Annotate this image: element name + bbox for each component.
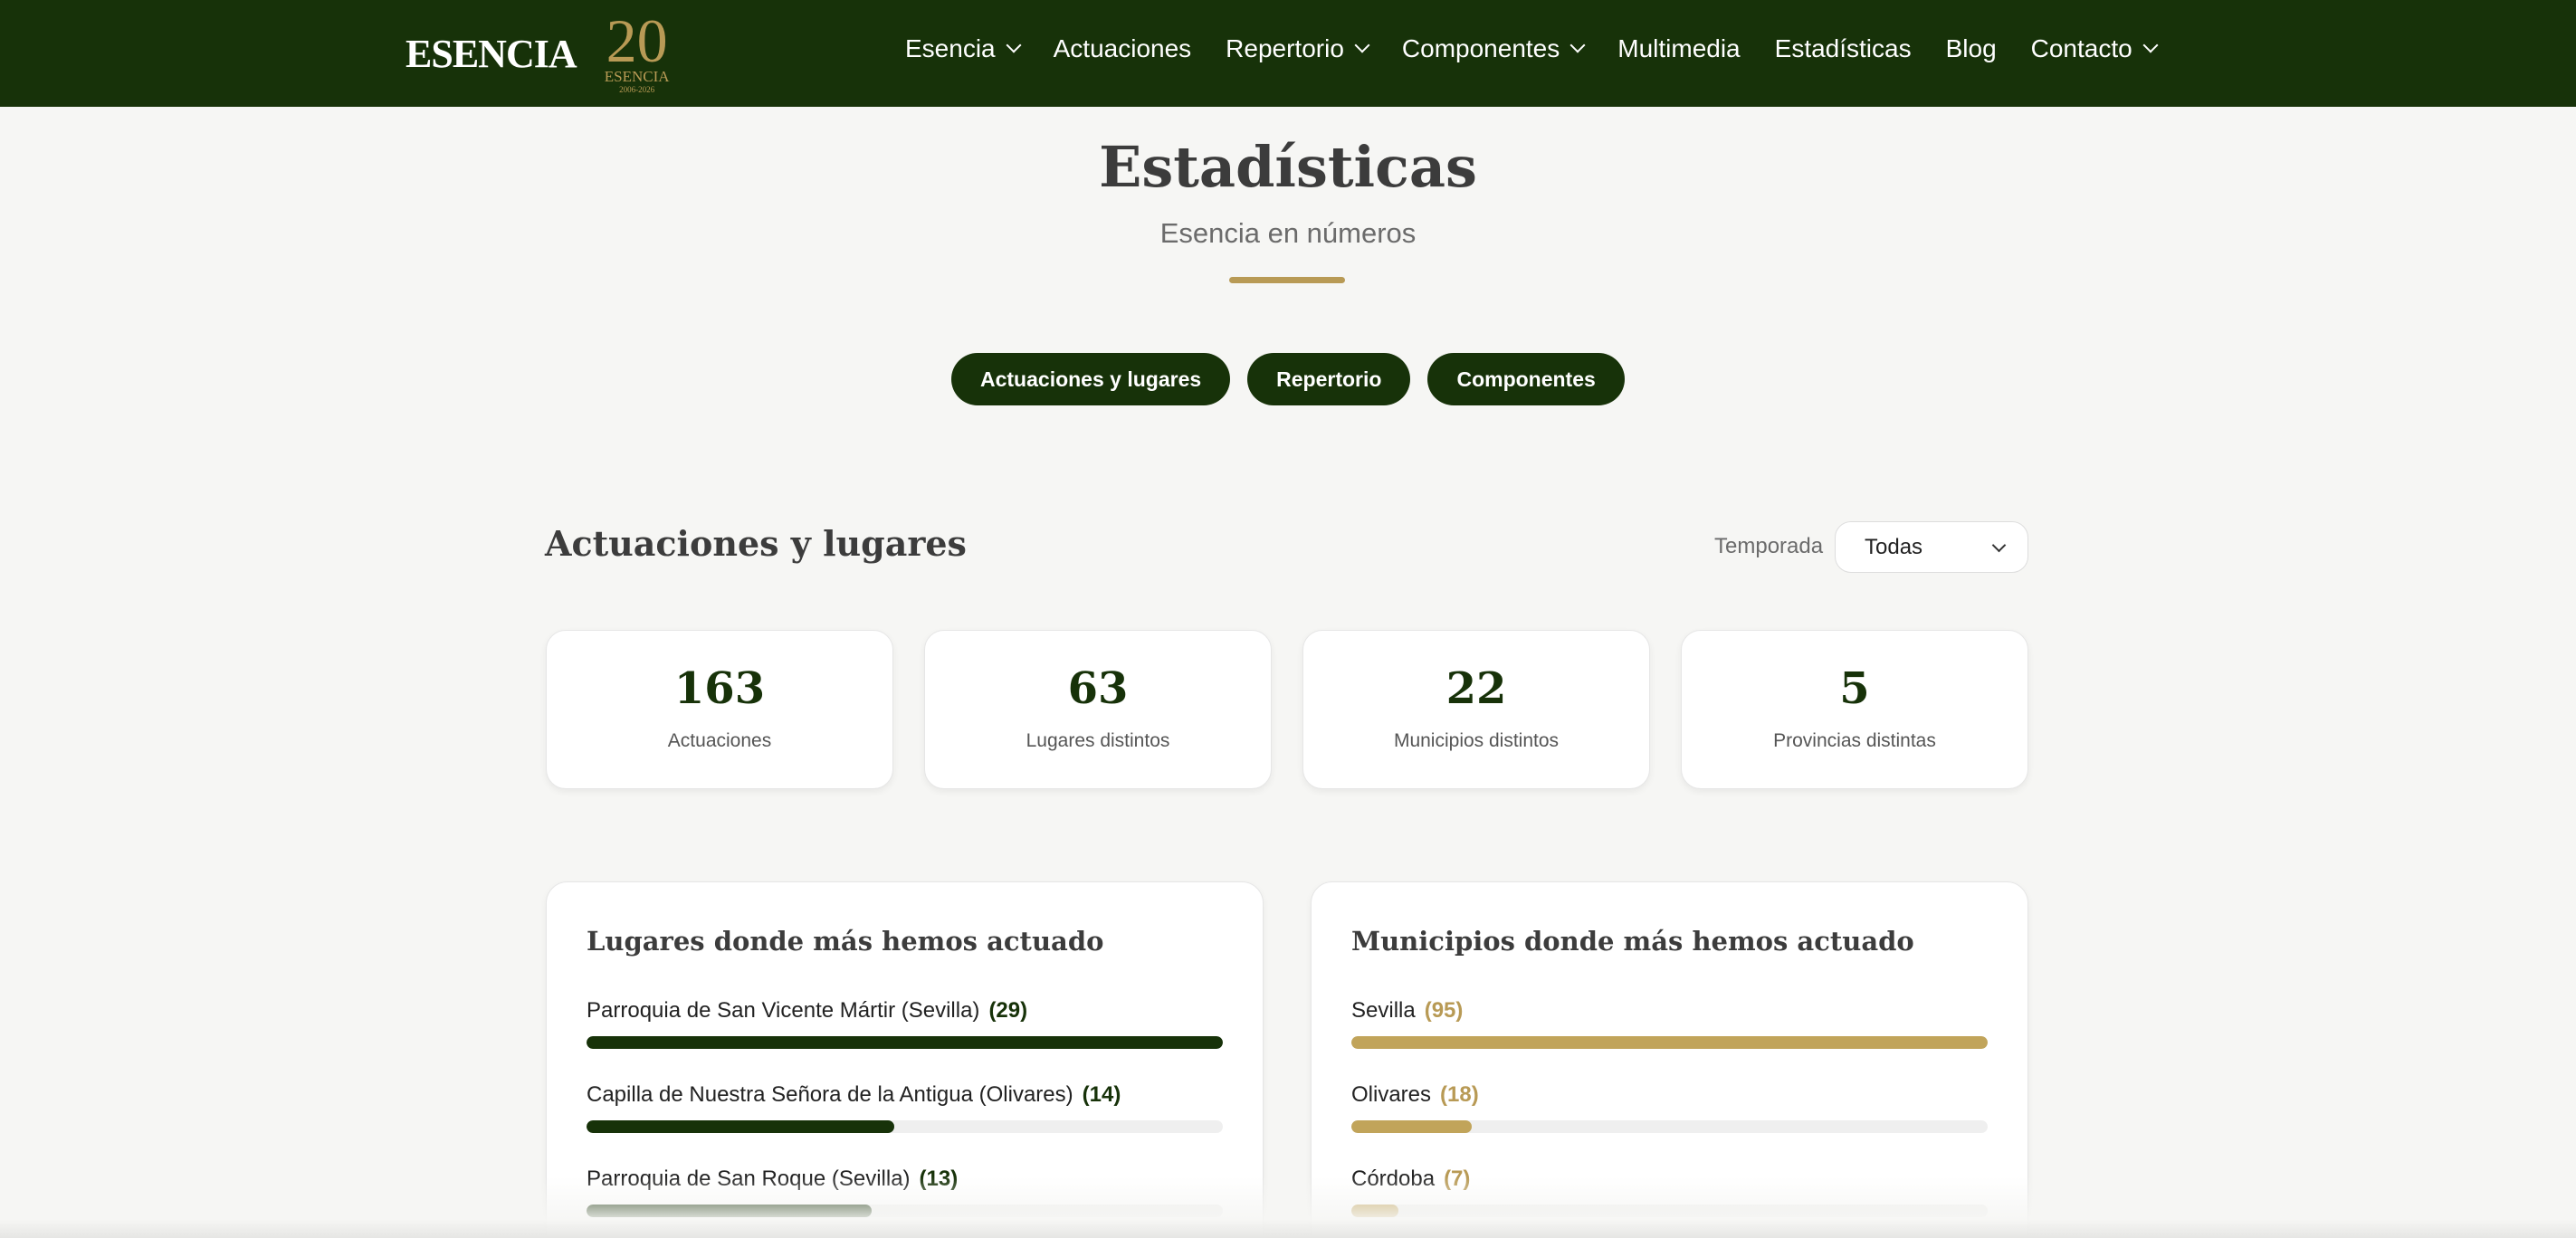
ranking-bar-track	[587, 1120, 1223, 1133]
anniversary-name: ESENCIA	[604, 68, 670, 85]
page-title: Estadísticas	[1099, 134, 1477, 200]
season-select-value: Todas	[1865, 534, 1923, 559]
ranking-bar-fill	[1351, 1120, 1472, 1133]
nav-item-actuaciones[interactable]: Actuaciones	[1054, 34, 1192, 63]
nav-item-repertorio[interactable]: Repertorio	[1226, 34, 1370, 63]
stat-value: 22	[1445, 663, 1507, 714]
ranking-name: Capilla de Nuestra Señora de la Antigua …	[587, 1082, 1073, 1107]
stat-value: 63	[1067, 663, 1129, 714]
ranking-name: Olivares	[1351, 1082, 1432, 1107]
anniversary-badge-icon: 20 ESENCIA 2006-2026	[596, 9, 678, 98]
main-nav: Esencia Actuaciones Repertorio Component…	[905, 0, 2159, 98]
ranking-count: (14)	[1082, 1082, 1121, 1107]
nav-item-estadisticas[interactable]: Estadísticas	[1775, 34, 1912, 63]
season-select[interactable]: Todas	[1835, 521, 2028, 573]
ranking-count: (29)	[988, 998, 1028, 1023]
nav-item-contacto[interactable]: Contacto	[2031, 34, 2159, 63]
ranking-bar-track	[1351, 1205, 1988, 1217]
ranking-bar-track	[587, 1036, 1223, 1049]
stat-card-lugares: 63 Lugares distintos	[924, 630, 1272, 789]
ranking-bar-track	[587, 1205, 1223, 1217]
ranking-bar-track	[1351, 1120, 1988, 1133]
stat-label: Municipios distintos	[1393, 730, 1560, 751]
stat-card-actuaciones: 163 Actuaciones	[546, 630, 893, 789]
nav-item-componentes[interactable]: Componentes	[1402, 34, 1586, 63]
nav-item-multimedia[interactable]: Multimedia	[1617, 34, 1740, 63]
brand-wordmark: ESENCIA	[405, 31, 577, 76]
stat-label: Lugares distintos	[1026, 730, 1170, 751]
ranking-count: (13)	[919, 1167, 959, 1191]
anniversary-years: 2006-2026	[619, 85, 655, 94]
ranking-row: Córdoba (7)	[1351, 1167, 1988, 1230]
places-ranking-panel: Lugares donde más hemos actuado Parroqui…	[546, 881, 1264, 1238]
ranking-name: Córdoba	[1351, 1167, 1436, 1191]
section-title: Actuaciones y lugares	[545, 523, 967, 564]
stat-label: Actuaciones	[667, 730, 772, 751]
ranking-row: Parroquia de San Vicente Mártir (Sevilla…	[587, 998, 1223, 1062]
tab-componentes[interactable]: Componentes	[1427, 353, 1625, 405]
chevron-down-icon	[1006, 37, 1022, 53]
stat-label: Provincias distintas	[1773, 730, 1936, 751]
ranking-bar-fill	[1351, 1036, 1988, 1049]
ranking-name: Parroquia de San Roque (Sevilla)	[587, 1167, 911, 1191]
top-navbar: ESENCIA 20 ESENCIA 2006-2026 Esencia Act…	[0, 0, 2576, 107]
ranking-name: Sevilla	[1351, 998, 1416, 1023]
tab-actuaciones-lugares[interactable]: Actuaciones y lugares	[951, 353, 1231, 405]
stats-tabs: Actuaciones y lugares Repertorio Compone…	[951, 353, 1625, 405]
ranking-count: (95)	[1424, 998, 1464, 1023]
ranking-bar-fill	[1351, 1205, 1399, 1217]
towns-ranking-panel: Municipios donde más hemos actuado Sevil…	[1311, 881, 2028, 1238]
ranking-bar-fill	[587, 1120, 894, 1133]
ranking-count: (18)	[1440, 1082, 1479, 1107]
panel-title: Municipios donde más hemos actuado	[1351, 926, 1914, 957]
tab-repertorio[interactable]: Repertorio	[1247, 353, 1411, 405]
stat-value: 5	[1839, 663, 1870, 714]
ranking-bar-fill	[587, 1205, 872, 1217]
title-divider	[1229, 277, 1345, 283]
ranking-row: Sevilla (95)	[1351, 998, 1988, 1062]
ranking-count: (7)	[1444, 1167, 1471, 1191]
stat-value: 163	[673, 663, 766, 714]
ranking-bar-track	[1351, 1036, 1988, 1049]
ranking-bar-fill	[587, 1036, 1223, 1049]
ranking-row: Olivares (18)	[1351, 1082, 1988, 1146]
bottom-fade	[0, 1176, 2576, 1238]
chevron-down-icon	[1991, 538, 2007, 553]
page-subtitle: Esencia en números	[1159, 217, 1417, 249]
chevron-down-icon	[1569, 37, 1586, 53]
anniversary-number: 20	[606, 6, 668, 75]
stat-card-municipios: 22 Municipios distintos	[1302, 630, 1650, 789]
season-label: Temporada	[1714, 534, 1824, 558]
chevron-down-icon	[1354, 37, 1370, 53]
ranking-row: Parroquia de San Roque (Sevilla) (13)	[587, 1167, 1223, 1230]
ranking-row: Capilla de Nuestra Señora de la Antigua …	[587, 1082, 1223, 1146]
chevron-down-icon	[2142, 37, 2159, 53]
nav-item-esencia[interactable]: Esencia	[905, 34, 1022, 63]
stat-card-provincias: 5 Provincias distintas	[1681, 630, 2028, 789]
brand-logo[interactable]: ESENCIA 20 ESENCIA 2006-2026	[405, 0, 678, 107]
panel-title: Lugares donde más hemos actuado	[587, 926, 1104, 957]
ranking-name: Parroquia de San Vicente Mártir (Sevilla…	[587, 998, 980, 1023]
nav-item-blog[interactable]: Blog	[1946, 34, 1997, 63]
